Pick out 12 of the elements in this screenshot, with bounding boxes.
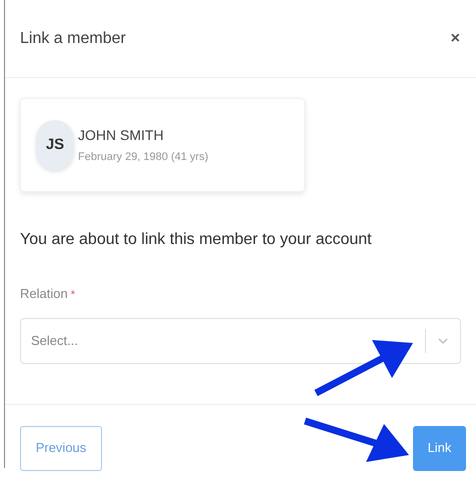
close-button[interactable]: × (450, 26, 460, 50)
previous-button[interactable]: Previous (20, 426, 102, 470)
member-name: JOHN SMITH (78, 126, 165, 145)
relation-select[interactable]: Select... (20, 318, 461, 364)
link-message: You are about to link this member to your account (20, 230, 373, 250)
dialog-title: Link a member (20, 28, 126, 48)
member-birthdate: February 29, 1980 (41 yrs) (78, 150, 208, 165)
relation-label: Relation (20, 285, 68, 303)
member-avatar: JS (36, 120, 74, 170)
required-mark: * (70, 288, 75, 303)
chevron-down-icon (438, 338, 448, 344)
link-button[interactable]: Link (413, 426, 466, 470)
